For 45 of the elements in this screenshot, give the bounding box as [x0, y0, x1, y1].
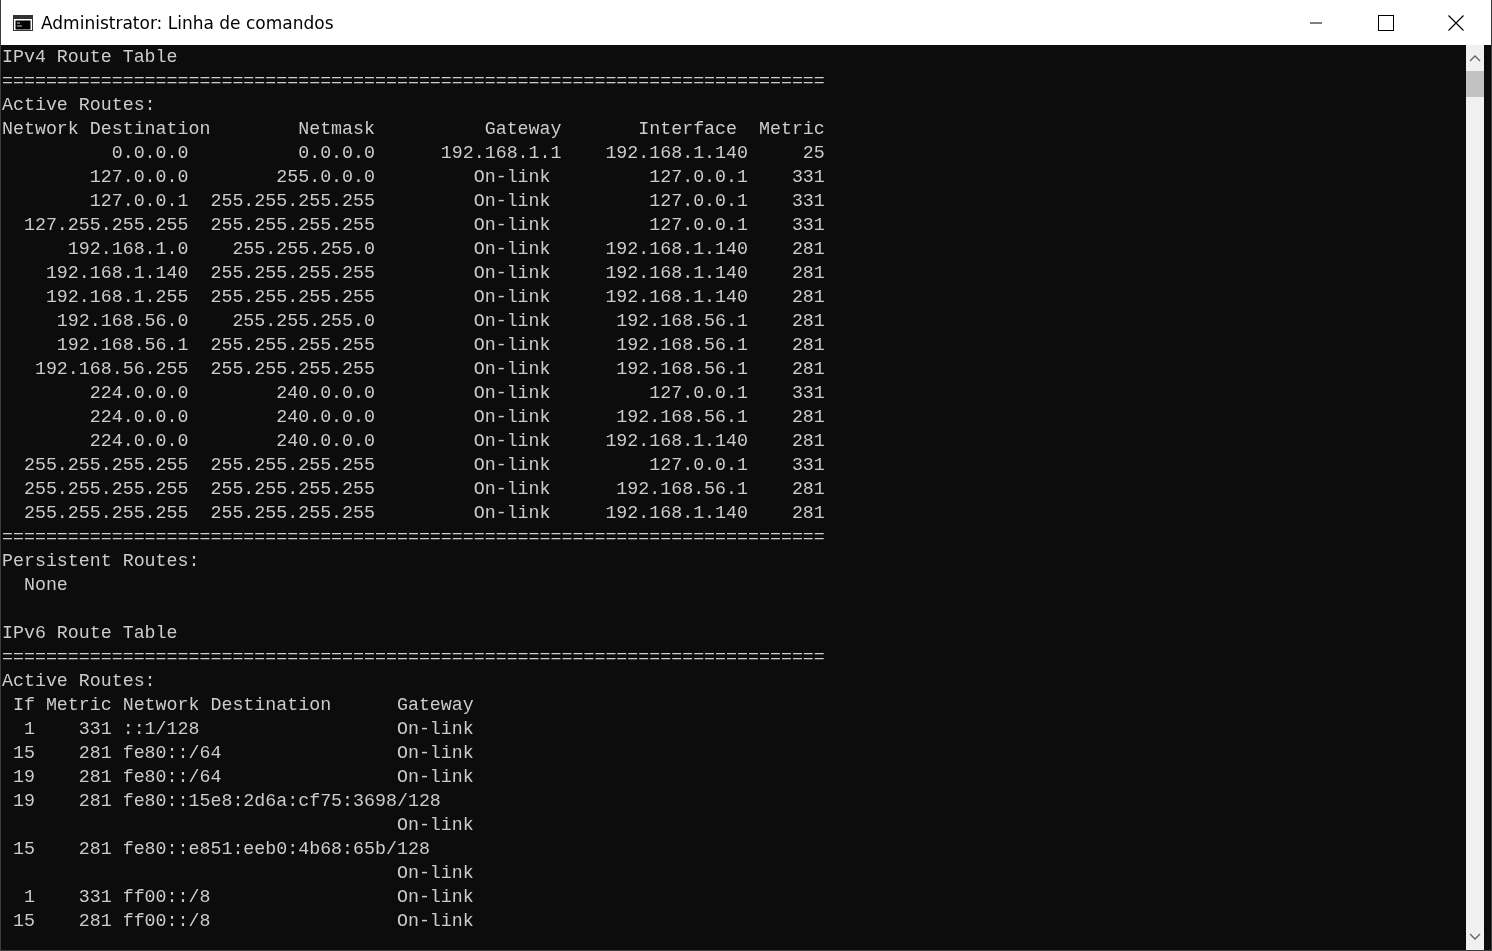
- minimize-icon: [1310, 21, 1322, 24]
- console-line: On-link: [395, 814, 475, 837]
- console-icon: [13, 14, 33, 31]
- console-line: ===========================================================================: [2, 526, 826, 549]
- console-line: Active Routes:: [2, 670, 157, 693]
- console-line: 255.255.255.255 255.255.255.255 On-link 127.0.0.1 331: [22, 454, 826, 477]
- console-line: 192.168.56.255 255.255.255.255 On-link 192.168.56.1 281: [33, 358, 826, 381]
- scroll-up-icon[interactable]: [1469, 54, 1481, 62]
- console-line: None: [22, 574, 69, 597]
- console-line: 1 331 ff00::/8 On-link: [22, 886, 475, 909]
- window-title: Administrator: Linha de comandos: [41, 12, 334, 33]
- console-line: 224.0.0.0 240.0.0.0 On-link 192.168.1.140 281: [88, 430, 826, 453]
- scrollbar-thumb[interactable]: [1466, 71, 1484, 97]
- console-line: 192.168.1.255 255.255.255.255 On-link 192.168.1.140 281: [44, 286, 826, 309]
- scroll-down-icon[interactable]: [1469, 933, 1481, 941]
- console-line: 127.255.255.255 255.255.255.255 On-link 127.0.0.1 331: [22, 214, 826, 237]
- console-line: 224.0.0.0 240.0.0.0 On-link 127.0.0.1 331: [88, 382, 826, 405]
- console-line: 192.168.1.0 255.255.255.0 On-link 192.168.1.140 281: [66, 238, 826, 261]
- scrollbar[interactable]: [1466, 45, 1484, 950]
- console-line: 1 331 ::1/128 On-link: [22, 718, 475, 741]
- console-line: 15 281 ff00::/8 On-link: [11, 910, 475, 933]
- maximize-icon: [1378, 14, 1394, 31]
- console-line: IPv4 Route Table: [2, 46, 179, 69]
- console-line: If Metric Network Destination Gateway: [11, 694, 475, 717]
- console-line: 224.0.0.0 240.0.0.0 On-link 192.168.56.1 281: [88, 406, 826, 429]
- console-line: 192.168.56.0 255.255.255.0 On-link 192.168.56.1 281: [55, 310, 826, 333]
- console-line: Network Destination Netmask Gateway Interface Metric: [2, 118, 826, 141]
- console-line: 15 281 fe80::e851:eeb0:4b68:65b/128: [11, 838, 431, 861]
- console-line: Persistent Routes:: [2, 550, 201, 573]
- console-line: 192.168.1.140 255.255.255.255 On-link 192.168.1.140 281: [44, 262, 826, 285]
- console-line: ===========================================================================: [2, 70, 826, 93]
- console-line: 127.0.0.1 255.255.255.255 On-link 127.0.0.1 331: [88, 190, 826, 213]
- console-line: Active Routes:: [2, 94, 157, 117]
- console-line: 19 281 fe80::15e8:2d6a:cf75:3698/128: [11, 790, 442, 813]
- close-icon: [1448, 14, 1464, 31]
- console-line: IPv6 Route Table: [2, 622, 179, 645]
- console-line: 192.168.56.1 255.255.255.255 On-link 192.168.56.1 281: [55, 334, 826, 357]
- console-line: 255.255.255.255 255.255.255.255 On-link 192.168.56.1 281: [22, 478, 826, 501]
- console-line: ===========================================================================: [2, 646, 826, 669]
- console-line: 19 281 fe80::/64 On-link: [11, 766, 475, 789]
- console-line: 0.0.0.0 0.0.0.0 192.168.1.1 192.168.1.140 25: [110, 142, 826, 165]
- console-line: 15 281 fe80::/64 On-link: [11, 742, 475, 765]
- console-line: 127.0.0.0 255.0.0.0 On-link 127.0.0.1 331: [88, 166, 826, 189]
- console-line: On-link: [395, 862, 475, 885]
- console-line: 255.255.255.255 255.255.255.255 On-link 192.168.1.140 281: [22, 502, 826, 525]
